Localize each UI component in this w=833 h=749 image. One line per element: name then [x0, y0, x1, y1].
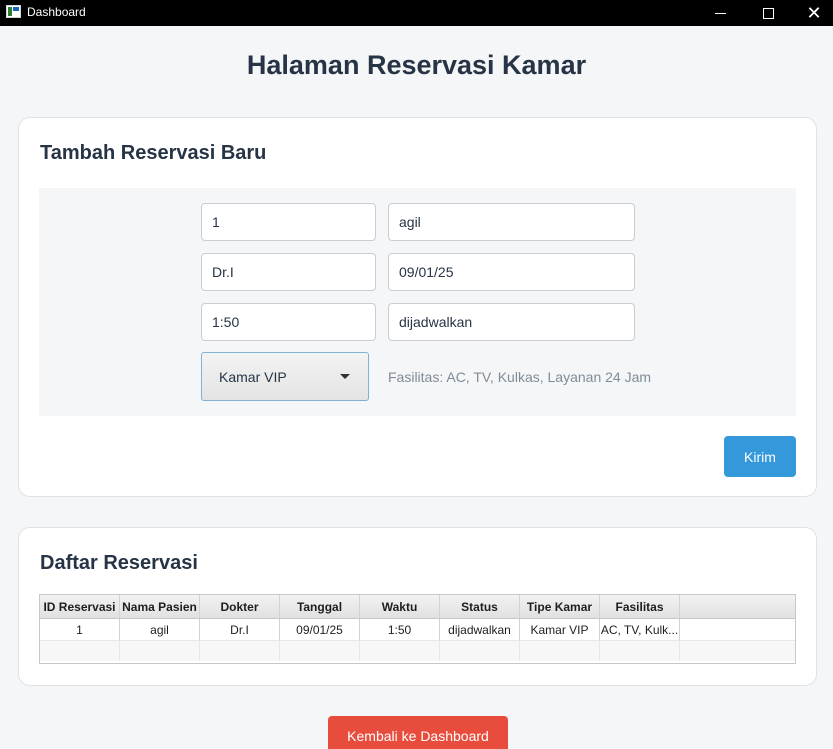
facilities-text: Fasilitas: AC, TV, Kulkas, Layanan 24 Ja… — [388, 369, 652, 385]
reservation-list-card: Daftar Reservasi ID Reservasi Nama Pasie… — [18, 527, 817, 686]
submit-button[interactable]: Kirim — [724, 436, 796, 477]
minimize-icon — [714, 12, 726, 14]
column-header[interactable]: Fasilitas — [600, 595, 680, 618]
table-row-empty — [40, 641, 795, 661]
column-header[interactable]: Dokter — [200, 595, 280, 618]
close-icon: ✕ — [806, 2, 822, 23]
column-header-filler — [680, 595, 795, 618]
maximize-button[interactable] — [745, 0, 791, 26]
page-title: Halaman Reservasi Kamar — [246, 50, 587, 80]
minimize-button[interactable] — [697, 0, 743, 26]
table-cell: AC, TV, Kulk... — [600, 619, 680, 640]
app-icon — [6, 5, 21, 18]
window-title: Dashboard — [27, 5, 86, 19]
chevron-down-icon — [340, 374, 350, 379]
table-cell: 09/01/25 — [280, 619, 360, 640]
empty-cell — [280, 641, 360, 661]
empty-cell — [360, 641, 440, 661]
column-header[interactable]: Status — [440, 595, 520, 618]
column-header[interactable]: Tipe Kamar — [520, 595, 600, 618]
close-button[interactable]: ✕ — [791, 0, 833, 26]
table-cell: agil — [120, 619, 200, 640]
status-input[interactable] — [388, 303, 635, 341]
empty-cell — [200, 641, 280, 661]
empty-cell — [120, 641, 200, 661]
empty-cell — [440, 641, 520, 661]
empty-cell — [520, 641, 600, 661]
column-header[interactable]: ID Reservasi — [40, 595, 120, 618]
table-cell: dijadwalkan — [440, 619, 520, 640]
maximize-icon — [762, 7, 774, 19]
time-input[interactable] — [201, 303, 376, 341]
id-input[interactable] — [201, 203, 376, 241]
table-cell: 1:50 — [360, 619, 440, 640]
table-header: ID Reservasi Nama Pasien Dokter Tanggal … — [40, 595, 795, 619]
table-cell-filler — [680, 619, 795, 640]
new-reservation-title: Tambah Reservasi Baru — [40, 142, 267, 164]
window-titlebar: Dashboard ✕ — [0, 0, 833, 26]
table-row[interactable]: 1 agil Dr.I 09/01/25 1:50 dijadwalkan Ka… — [40, 619, 795, 641]
reservation-list-title: Daftar Reservasi — [40, 552, 198, 574]
reservation-table[interactable]: ID Reservasi Nama Pasien Dokter Tanggal … — [39, 594, 796, 664]
empty-cell — [40, 641, 120, 661]
back-to-dashboard-button[interactable]: Kembali ke Dashboard — [328, 716, 508, 749]
room-type-selected: Kamar VIP — [219, 369, 287, 385]
table-cell: Dr.I — [200, 619, 280, 640]
table-cell: Kamar VIP — [520, 619, 600, 640]
column-header[interactable]: Nama Pasien — [120, 595, 200, 618]
column-header[interactable]: Tanggal — [280, 595, 360, 618]
empty-cell — [600, 641, 680, 661]
reservation-form: Kamar VIP Fasilitas: AC, TV, Kulkas, Lay… — [39, 188, 796, 416]
doctor-input[interactable] — [201, 253, 376, 291]
new-reservation-card: Tambah Reservasi Baru Kamar VIP Fasilita… — [18, 117, 817, 497]
table-cell: 1 — [40, 619, 120, 640]
date-input[interactable] — [388, 253, 635, 291]
room-type-select[interactable]: Kamar VIP — [201, 352, 369, 401]
patient-name-input[interactable] — [388, 203, 635, 241]
column-header[interactable]: Waktu — [360, 595, 440, 618]
